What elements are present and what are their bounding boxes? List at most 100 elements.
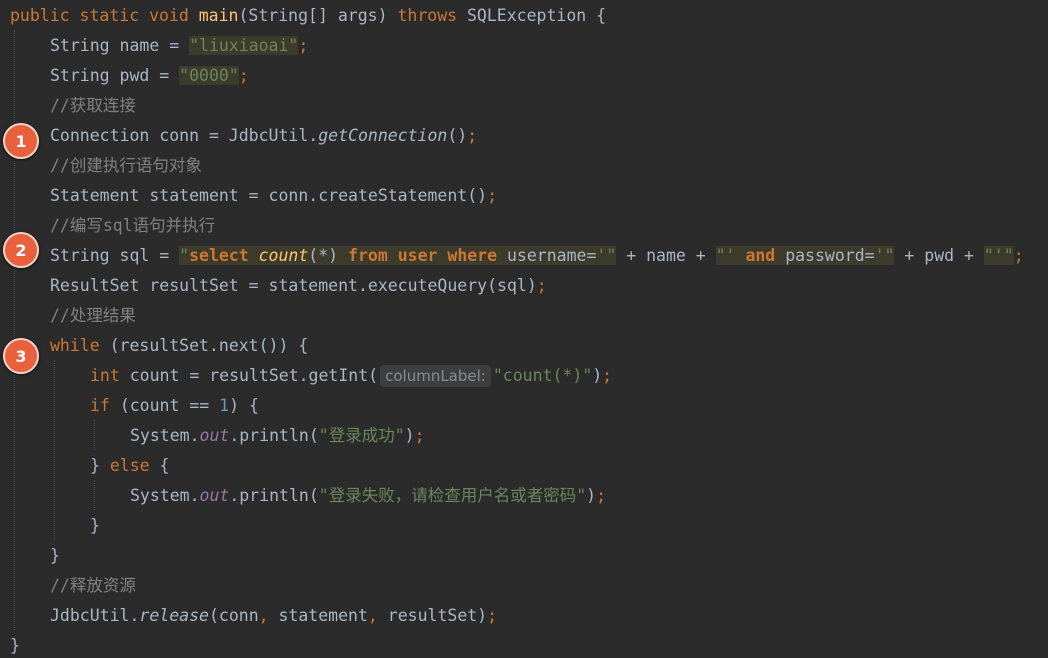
code-line-close-if[interactable]: } bbox=[90, 511, 100, 541]
code-token: (count == bbox=[119, 396, 220, 415]
code-line-comment-get-connection[interactable]: //获取连接 bbox=[50, 91, 136, 121]
code-line-print-success[interactable]: System.out.println("登录成功"); bbox=[130, 421, 425, 451]
code-line-sql-string[interactable]: String sql = "select count(*) from user … bbox=[50, 241, 1024, 271]
code-token: .println( bbox=[229, 486, 319, 505]
code-line-comment-create-statement[interactable]: //创建执行语句对象 bbox=[50, 151, 202, 181]
indent-guide bbox=[94, 480, 95, 510]
code-token: from user where bbox=[348, 246, 507, 265]
code-token: "count(*)" bbox=[492, 366, 593, 385]
code-token: //编写sql语句并执行 bbox=[50, 216, 216, 235]
code-token: ) bbox=[592, 366, 603, 385]
code-line-statement[interactable]: Statement statement = conn.createStateme… bbox=[50, 181, 497, 211]
code-token: out bbox=[199, 486, 230, 505]
code-token: System. bbox=[130, 426, 200, 445]
indent-guide bbox=[54, 360, 55, 540]
code-token: JdbcUtil. bbox=[50, 606, 140, 625]
code-token: out bbox=[199, 426, 230, 445]
code-token: } bbox=[90, 456, 110, 475]
code-token: password= bbox=[785, 246, 875, 265]
code-token: ) bbox=[586, 486, 597, 505]
code-token: ResultSet resultSet = statement.executeQ… bbox=[50, 276, 537, 295]
code-line-print-failure[interactable]: System.out.println("登录失败，请检查用户名或者密码"); bbox=[130, 481, 606, 511]
code-token: ; bbox=[602, 366, 613, 385]
code-line-pwd-decl[interactable]: String pwd = "0000"; bbox=[50, 61, 249, 91]
code-token: + name + bbox=[616, 246, 716, 265]
code-token: String name = bbox=[50, 36, 190, 55]
code-token: if bbox=[90, 396, 120, 415]
code-token: getConnection bbox=[318, 126, 448, 145]
code-token: { bbox=[159, 456, 170, 475]
code-token: ; bbox=[238, 66, 249, 85]
code-line-close-method[interactable]: } bbox=[10, 631, 20, 658]
code-token: "' bbox=[715, 246, 746, 265]
code-token: (resultSet.next()) { bbox=[109, 336, 309, 355]
code-token: int bbox=[90, 366, 130, 385]
code-token: while bbox=[50, 336, 110, 355]
code-token: //释放资源 bbox=[50, 576, 136, 595]
code-token: count bbox=[258, 246, 309, 265]
code-line-else[interactable]: } else { bbox=[90, 451, 169, 481]
code-token: ; bbox=[298, 36, 309, 55]
code-token: (conn bbox=[208, 606, 259, 625]
code-line-name-decl[interactable]: String name = "liuxiaoai"; bbox=[50, 31, 308, 61]
code-token: ; bbox=[487, 606, 498, 625]
code-line-release[interactable]: JdbcUtil.release(conn, statement, result… bbox=[50, 601, 497, 631]
code-token: throws bbox=[397, 6, 467, 25]
code-token: //处理结果 bbox=[50, 306, 136, 325]
code-line-count[interactable]: int count = resultSet.getInt(columnLabel… bbox=[90, 361, 612, 391]
code-line-comment-release[interactable]: //释放资源 bbox=[50, 571, 136, 601]
code-token: ) { bbox=[229, 396, 259, 415]
code-token: System. bbox=[130, 486, 200, 505]
code-token: "'" bbox=[983, 246, 1014, 265]
code-token: } bbox=[90, 516, 100, 535]
parameter-hint: columnLabel: bbox=[380, 365, 491, 387]
code-token: () bbox=[447, 126, 468, 145]
code-line-comment-sql[interactable]: //编写sql语句并执行 bbox=[50, 211, 215, 241]
code-line-while[interactable]: while (resultSet.next()) { bbox=[50, 331, 308, 361]
code-token: .println( bbox=[229, 426, 319, 445]
code-line-if[interactable]: if (count == 1) { bbox=[90, 391, 259, 421]
code-token: } bbox=[50, 546, 60, 565]
indent-guide bbox=[14, 30, 15, 630]
code-token: (String[] args) bbox=[238, 6, 398, 25]
code-token: and bbox=[745, 246, 786, 265]
code-token: release bbox=[139, 606, 209, 625]
code-token: count = resultSet.getInt( bbox=[129, 366, 379, 385]
step-badge-1: 1 bbox=[3, 123, 39, 159]
indent-guide bbox=[94, 420, 95, 450]
code-token: "0000" bbox=[179, 66, 239, 85]
code-token: username= bbox=[507, 246, 597, 265]
code-token: ) bbox=[404, 426, 415, 445]
code-token: , bbox=[258, 606, 279, 625]
code-token: } bbox=[10, 636, 20, 655]
code-token: ; bbox=[487, 186, 498, 205]
code-token: String sql = bbox=[50, 246, 180, 265]
code-editor[interactable]: public static void main(String[] args) t… bbox=[0, 0, 1048, 658]
code-token: resultSet) bbox=[387, 606, 488, 625]
code-token: ; bbox=[1013, 246, 1024, 265]
code-token: Connection conn = JdbcUtil. bbox=[50, 126, 319, 145]
code-token: String pwd = bbox=[50, 66, 180, 85]
code-line-close-while[interactable]: } bbox=[50, 541, 60, 571]
code-token: Statement statement = conn.createStateme… bbox=[50, 186, 488, 205]
code-token: "liuxiaoai" bbox=[189, 36, 299, 55]
code-token: 1 bbox=[219, 396, 230, 415]
code-token: select bbox=[189, 246, 259, 265]
code-token: + pwd + bbox=[894, 246, 984, 265]
step-badge-3: 3 bbox=[3, 338, 39, 374]
code-token: '" bbox=[874, 246, 895, 265]
code-token: "登录成功" bbox=[318, 426, 405, 445]
code-token: ; bbox=[414, 426, 425, 445]
code-token: '" bbox=[596, 246, 617, 265]
code-token: public static void bbox=[10, 6, 199, 25]
code-token: //创建执行语句对象 bbox=[50, 156, 202, 175]
code-token: "登录失败，请检查用户名或者密码" bbox=[318, 486, 587, 505]
code-line-comment-process[interactable]: //处理结果 bbox=[50, 301, 136, 331]
code-token: ; bbox=[467, 126, 478, 145]
code-line-connection[interactable]: Connection conn = JdbcUtil.getConnection… bbox=[50, 121, 477, 151]
step-badge-2: 2 bbox=[3, 232, 39, 268]
code-line-method-signature[interactable]: public static void main(String[] args) t… bbox=[10, 1, 606, 31]
code-token: else bbox=[109, 456, 160, 475]
code-line-result-set[interactable]: ResultSet resultSet = statement.executeQ… bbox=[50, 271, 547, 301]
code-token: statement bbox=[278, 606, 368, 625]
